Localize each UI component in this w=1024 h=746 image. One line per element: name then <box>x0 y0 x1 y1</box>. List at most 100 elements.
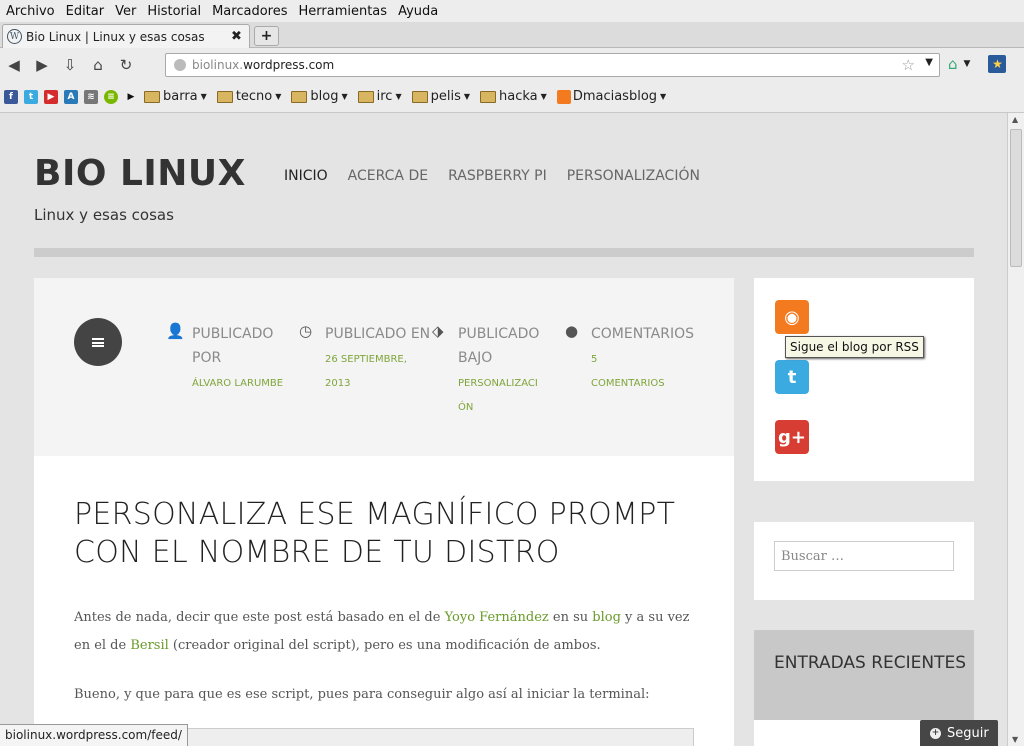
chevron-down-icon: ▼ <box>660 92 667 101</box>
new-tab-button[interactable]: + <box>254 26 279 46</box>
meta-label: COMENTARIOS <box>591 326 694 342</box>
chevron-down-icon: ▼ <box>200 92 207 101</box>
plus-icon: + <box>930 727 941 739</box>
back-icon[interactable]: ◀ <box>0 56 28 74</box>
folder-label: blog <box>310 89 339 104</box>
url-bar[interactable]: biolinux.wordpress.com ☆ ▼ <box>165 53 940 77</box>
url-dropdown-icon[interactable]: ▼ <box>925 57 933 68</box>
menu-ver[interactable]: Ver <box>115 4 136 19</box>
clock-icon: ◷ <box>299 322 313 340</box>
rss-feed-icon <box>556 89 571 104</box>
folder-label: barra <box>163 89 198 104</box>
vertical-scrollbar[interactable]: ▲ ▼ <box>1007 113 1024 746</box>
menu-archivo[interactable]: Archivo <box>6 4 55 19</box>
tag-icon: ⬗ <box>432 322 444 340</box>
reload-icon[interactable]: ↻ <box>112 56 140 74</box>
folder-hacka[interactable]: hacka ▼ <box>480 89 547 104</box>
navigation-toolbar: ◀ ▶ ⇩ ⌂ ↻ biolinux.wordpress.com ☆ ▼ ⌂ ▼… <box>0 48 1024 81</box>
facebook-icon[interactable]: f <box>4 89 18 104</box>
meta-label: PUBLICADO EN <box>325 326 431 342</box>
folder-label: pelis <box>430 89 461 104</box>
folder-barra[interactable]: barra ▼ <box>144 89 207 104</box>
menu-editar[interactable]: Editar <box>66 4 105 19</box>
bookmark-icon[interactable]: ≋ <box>84 89 98 104</box>
meta-value[interactable]: 26 SEPTIEMBRE, 2013 <box>325 348 435 396</box>
forward-icon[interactable]: ▶ <box>28 56 56 74</box>
menu-bar: Archivo Editar Ver Historial Marcadores … <box>0 0 1024 22</box>
meta-value[interactable]: PERSONALIZACIÓN <box>458 372 544 420</box>
folder-tecno[interactable]: tecno ▼ <box>216 89 282 104</box>
post-paragraph: Antes de nada, decir que este post está … <box>74 604 694 660</box>
menu-ayuda[interactable]: Ayuda <box>398 4 438 19</box>
chevron-down-icon: ▼ <box>463 92 471 101</box>
tab-bar: W Bio Linux | Linux y esas cosas ✖ + <box>0 22 1024 48</box>
nav-inicio[interactable]: INICIO <box>284 168 328 184</box>
post-body: Antes de nada, decir que este post está … <box>74 604 694 730</box>
play-icon[interactable]: ▶ <box>124 90 138 104</box>
addon-icon[interactable]: ★ <box>988 55 1007 73</box>
scroll-thumb[interactable] <box>1010 129 1022 267</box>
folder-icon <box>144 90 160 103</box>
text: (creador original del script), pero es u… <box>168 638 601 653</box>
meta-value[interactable]: 5 COMENTARIOS <box>591 348 671 396</box>
follow-label: Seguir <box>947 725 989 741</box>
rss-icon[interactable]: ◉ <box>775 300 809 334</box>
rss-tooltip: Sigue el blog por RSS <box>785 336 924 358</box>
chevron-down-icon: ▼ <box>275 92 282 101</box>
homepage-icon[interactable]: ⌂ <box>948 55 958 73</box>
bookmarks-toolbar: f t ▶ A ≋ ≡ ▶ barra ▼ tecno ▼ blog ▼ irc ▼ p… <box>0 81 1024 113</box>
meta-label: PUBLICADO POR <box>192 326 274 366</box>
link-yoyo[interactable]: Yoyo Fernández <box>445 610 549 625</box>
search-input[interactable]: Buscar … <box>774 541 954 571</box>
link-blog[interactable]: blog <box>592 610 621 625</box>
twitter-icon[interactable]: t <box>775 360 809 394</box>
social-widget: ◉ t g+ <box>754 278 974 481</box>
tab-title: Bio Linux | Linux y esas cosas <box>26 29 205 44</box>
twitter-icon[interactable]: t <box>24 89 38 104</box>
tab-bio-linux[interactable]: W Bio Linux | Linux y esas cosas ✖ <box>2 24 250 48</box>
bookmark-star-icon[interactable]: ☆ <box>902 56 915 74</box>
translate-icon[interactable]: A <box>64 89 78 104</box>
main-navigation: INICIO ACERCA DE RASPBERRY PI PERSONALIZ… <box>284 168 700 184</box>
youtube-icon[interactable]: ▶ <box>44 89 58 104</box>
menu-herramientas[interactable]: Herramientas <box>299 4 388 19</box>
scroll-up-icon[interactable]: ▲ <box>1012 115 1018 124</box>
nav-raspberry-pi[interactable]: RASPBERRY PI <box>448 168 547 184</box>
text: Antes de nada, decir que este post está … <box>74 610 445 625</box>
google-plus-icon[interactable]: g+ <box>775 420 809 454</box>
spotify-icon[interactable]: ≡ <box>104 89 118 104</box>
scroll-down-icon[interactable]: ▼ <box>1012 735 1018 744</box>
folder-blog[interactable]: blog ▼ <box>291 89 348 104</box>
meta-label: PUBLICADO BAJO <box>458 326 540 366</box>
folder-pelis[interactable]: pelis ▼ <box>411 89 471 104</box>
recent-posts-widget: ENTRADAS RECIENTES <box>754 630 974 720</box>
close-tab-icon[interactable]: ✖ <box>231 29 249 44</box>
link-bersil[interactable]: Bersil <box>130 638 168 653</box>
comment-icon: ● <box>565 322 579 340</box>
folder-icon <box>291 90 308 103</box>
meta-category: ⬗ PUBLICADO BAJO PERSONALIZACIÓN <box>432 322 544 420</box>
chevron-down-icon: ▼ <box>341 92 348 101</box>
folder-label: hacka <box>499 89 538 104</box>
homepage-dropdown-icon[interactable]: ▼ <box>964 59 971 69</box>
download-icon[interactable]: ⇩ <box>56 56 84 74</box>
nav-personalizacion[interactable]: PERSONALIZACIÓN <box>567 168 700 184</box>
post-paragraph: Bueno, y que para que es ese script, pue… <box>74 687 650 702</box>
post-format-icon[interactable] <box>74 318 122 366</box>
meta-date: ◷ PUBLICADO EN 26 SEPTIEMBRE, 2013 <box>299 322 435 396</box>
site-identity-icon[interactable] <box>174 59 186 71</box>
url-rest: wordpress.com <box>243 58 335 72</box>
site-title[interactable]: BIO LINUX <box>34 153 246 194</box>
nav-acerca-de[interactable]: ACERCA DE <box>348 168 428 184</box>
follow-button[interactable]: + Seguir <box>920 720 998 746</box>
post-meta: 👤 PUBLICADO POR ÁLVARO LARUMBE ◷ PUBLICA… <box>34 278 734 456</box>
feed-dmaciasblog[interactable]: Dmaciasblog ▼ <box>556 89 667 104</box>
post-title[interactable]: PERSONALIZA ESE MAGNÍFICO PROMPT CON EL … <box>74 496 694 572</box>
meta-value[interactable]: ÁLVARO LARUMBE <box>192 372 302 396</box>
folder-icon <box>357 90 374 103</box>
home-icon[interactable]: ⌂ <box>84 56 112 74</box>
meta-comments: ● COMENTARIOS 5 COMENTARIOS <box>565 322 694 396</box>
menu-marcadores[interactable]: Marcadores <box>212 4 287 19</box>
folder-irc[interactable]: irc ▼ <box>357 89 402 104</box>
menu-historial[interactable]: Historial <box>147 4 201 19</box>
